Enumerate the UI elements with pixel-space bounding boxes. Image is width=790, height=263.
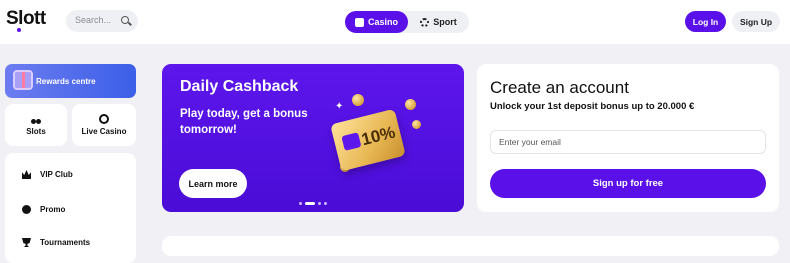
sidebar-item-vip-club[interactable]: VIP Club <box>22 170 73 179</box>
sign-up-for-free-button[interactable]: Sign up for free <box>490 169 766 198</box>
coin-icon <box>352 94 364 106</box>
top-bar: Slott Search... Casino Sport Log In Sign… <box>0 0 790 44</box>
carousel-dot[interactable] <box>299 202 302 205</box>
sidebar-item-promo[interactable]: Promo <box>22 205 65 214</box>
carousel-dot[interactable] <box>324 202 327 205</box>
live-casino-tile[interactable]: Live Casino <box>72 104 136 146</box>
carousel-dot-active[interactable] <box>305 202 315 205</box>
sidebar-item-label: Tournaments <box>40 238 91 247</box>
search-input[interactable]: Search... <box>66 10 138 32</box>
create-account-title: Create an account <box>490 78 629 97</box>
slots-tile[interactable]: Slots <box>5 104 67 146</box>
learn-more-button[interactable]: Learn more <box>179 169 247 198</box>
coin-icon <box>405 99 416 110</box>
banner-subtitle: Play today, get a bonus tomorrow! <box>180 108 308 136</box>
tab-casino[interactable]: Casino <box>345 11 408 33</box>
coin-icon <box>412 120 421 129</box>
product-switcher: Casino Sport <box>345 11 469 33</box>
carousel-dots <box>299 202 327 205</box>
create-account-panel: Create an account Unlock your 1st deposi… <box>477 64 779 212</box>
sidebar-menu: VIP Club Promo Tournaments <box>5 153 136 263</box>
promo-banner[interactable]: Daily Cashback Play today, get a bonus t… <box>162 64 464 212</box>
sidebar-item-tournaments[interactable]: Tournaments <box>22 238 90 247</box>
tab-sport-label: Sport <box>433 17 457 27</box>
signup-button[interactable]: Sign Up <box>732 11 780 32</box>
logo[interactable]: Slott <box>6 8 46 30</box>
login-button[interactable]: Log In <box>685 11 726 32</box>
tab-sport[interactable]: Sport <box>408 11 469 33</box>
sidebar-item-label: Promo <box>40 205 66 214</box>
email-field[interactable] <box>490 130 766 154</box>
create-account-subtitle: Unlock your 1st deposit bonus up to 20.0… <box>490 101 695 112</box>
search-placeholder: Search... <box>75 15 112 25</box>
sidebar-item-label: VIP Club <box>40 170 73 179</box>
promo-icon <box>22 205 31 214</box>
roulette-icon <box>99 114 109 124</box>
slots-label: Slots <box>26 127 46 136</box>
tab-casino-label: Casino <box>367 17 398 27</box>
sparkle-icon: ✦ <box>335 101 344 112</box>
logo-dot <box>17 28 21 32</box>
card-tag <box>341 132 362 151</box>
trophy-icon <box>22 238 31 247</box>
soccer-ball-icon <box>420 17 430 27</box>
cherry-icon <box>31 114 41 124</box>
rewards-label: Rewards centre <box>36 76 96 86</box>
gift-icon <box>13 70 33 90</box>
content-card <box>162 236 779 256</box>
search-icon[interactable] <box>121 16 129 24</box>
rewards-centre-button[interactable]: Rewards centre <box>5 64 136 98</box>
casino-chips-icon <box>354 17 364 27</box>
carousel-dot[interactable] <box>318 202 321 205</box>
banner-title: Daily Cashback <box>180 78 299 95</box>
crown-icon <box>22 170 31 179</box>
live-casino-label: Live Casino <box>81 127 127 136</box>
cashback-percent: 10% <box>359 122 398 150</box>
